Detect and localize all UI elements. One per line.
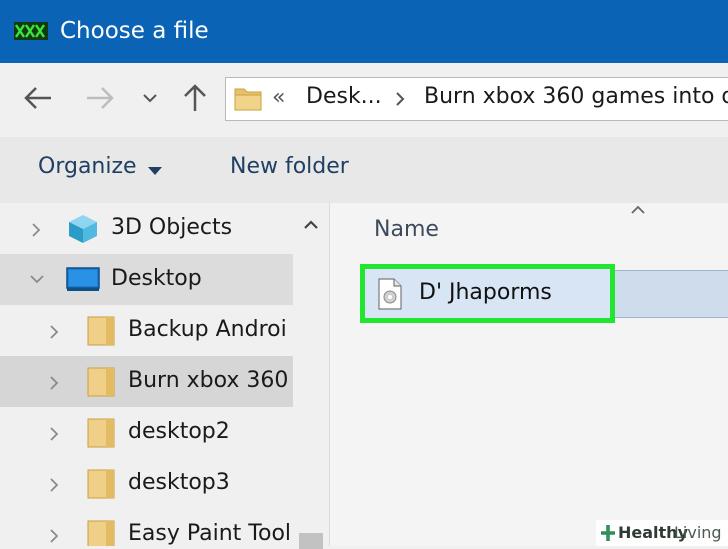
cube-icon: [69, 215, 97, 243]
folder-icon: [87, 316, 115, 346]
file-name: D' Jhaporms: [419, 280, 552, 305]
sidebar-item-label: Backup Androi: [128, 317, 287, 342]
file-icon: [378, 278, 402, 310]
sidebar-item-3d-objects[interactable]: 3D Objects: [0, 203, 293, 254]
chevron-right-icon: [396, 92, 405, 106]
recent-locations-button[interactable]: [135, 81, 165, 115]
chevron-right-icon: [50, 376, 59, 390]
address-bar[interactable]: « Desk... Burn xbox 360 games into d: [225, 77, 728, 121]
title-bar: Choose a file: [0, 0, 728, 63]
sidebar-item-easy-paint-tool[interactable]: Easy Paint Tool: [0, 509, 293, 546]
chevron-down-icon: [30, 275, 44, 284]
sidebar-item-label: Burn xbox 360 g: [128, 368, 293, 393]
up-button[interactable]: [178, 81, 212, 115]
arrow-left-icon: [24, 87, 51, 109]
chevron-right-icon: [50, 325, 59, 339]
watermark-brand-light: Living: [674, 523, 722, 542]
sidebar-item-label: Easy Paint Tool: [128, 521, 292, 546]
arrow-right-icon: [87, 87, 114, 109]
arrow-up-icon: [184, 84, 206, 111]
chevron-right-icon: [50, 529, 59, 543]
breadcrumb-current-folder[interactable]: Burn xbox 360 games into d: [424, 84, 728, 109]
app-icon: [14, 22, 48, 40]
window-title: Choose a file: [60, 18, 209, 44]
caret-down-icon: [148, 167, 162, 175]
forward-button[interactable]: [83, 81, 117, 115]
chevron-up-icon[interactable]: [303, 219, 319, 231]
sidebar-item-label: desktop3: [128, 470, 230, 495]
sidebar-item-desktop[interactable]: Desktop: [0, 254, 293, 305]
folder-icon: [234, 88, 262, 111]
file-list-pane: Name D' Jhaporms: [330, 203, 728, 546]
folder-icon: [87, 469, 115, 499]
navigation-bar: « Desk... Burn xbox 360 games into d: [0, 63, 728, 137]
folder-icon: [87, 418, 115, 448]
desktop-icon: [66, 267, 100, 291]
sidebar-item-label: desktop2: [128, 419, 230, 444]
file-item[interactable]: D' Jhaporms: [360, 264, 615, 323]
breadcrumb-desktop[interactable]: Desk...: [306, 84, 382, 109]
sidebar-item-desktop3[interactable]: desktop3: [0, 458, 293, 509]
sidebar-item-label: 3D Objects: [111, 215, 233, 240]
scrollbar-thumb[interactable]: [299, 533, 323, 549]
chevron-right-icon: [50, 478, 59, 492]
navigation-pane: 3D Objects Desktop Backup Androi Burn xb…: [0, 203, 293, 546]
watermark: Healthy Living: [596, 520, 728, 546]
folder-icon: [87, 520, 115, 546]
chevron-right-icon: [50, 427, 59, 441]
organize-button[interactable]: Organize: [38, 154, 137, 179]
plus-logo-icon: [601, 525, 615, 541]
sort-ascending-icon: [631, 205, 645, 214]
sidebar-item-burn-xbox[interactable]: Burn xbox 360 g: [0, 356, 293, 407]
chevron-right-icon: [32, 223, 41, 237]
sidebar-item-desktop2[interactable]: desktop2: [0, 407, 293, 458]
breadcrumb-overflow[interactable]: «: [272, 85, 285, 110]
navigation-pane-scrollbar[interactable]: [293, 203, 330, 549]
sidebar-item-label: Desktop: [111, 266, 202, 291]
command-bar: Organize New folder: [0, 137, 728, 203]
chevron-down-icon: [143, 94, 157, 103]
folder-icon: [87, 367, 115, 397]
column-header-name[interactable]: Name: [374, 217, 439, 242]
sidebar-item-backup-android[interactable]: Backup Androi: [0, 305, 293, 356]
new-folder-button[interactable]: New folder: [230, 154, 349, 179]
back-button[interactable]: [21, 81, 55, 115]
